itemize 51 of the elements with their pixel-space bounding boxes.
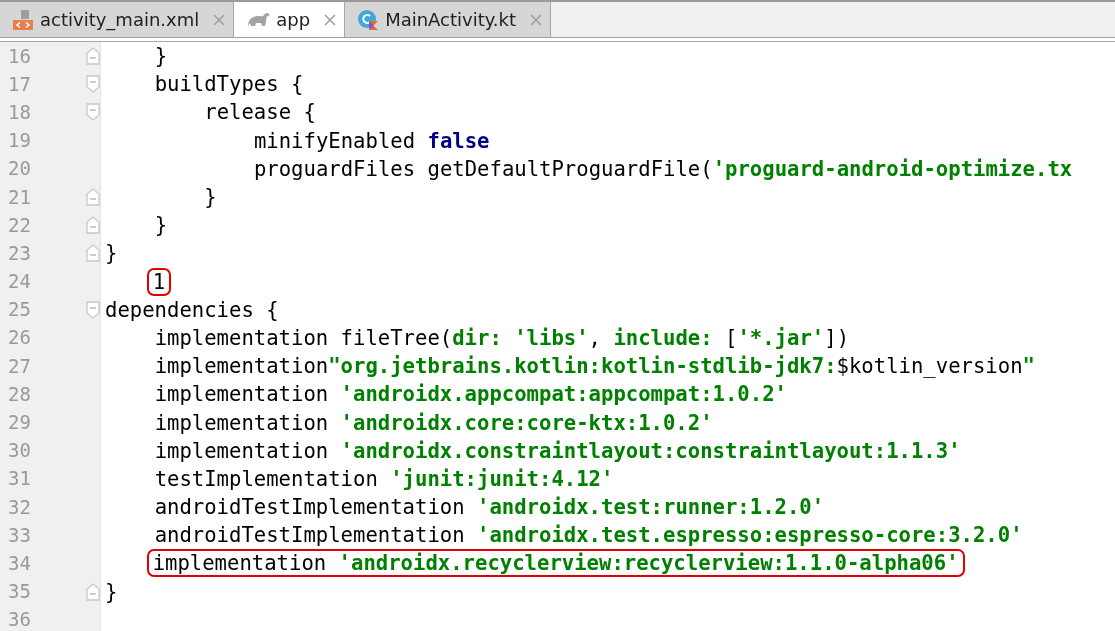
line-number: 35 <box>7 582 32 602</box>
code-line: } <box>153 212 169 240</box>
code-line: implementation 'androidx.appcompat:appcompat:1.0.2' <box>153 381 788 409</box>
line-number: 25 <box>7 300 32 320</box>
editor-tab[interactable]: MainActivity.kt <box>345 2 552 37</box>
code-line: testImplementation 'junit:junit:4.12' <box>153 465 615 493</box>
line-number: 22 <box>7 215 32 235</box>
code-line: implementation"org.jetbrains.kotlin:kotlin-stdlib-jdk7:$kotlin_version" <box>153 353 1036 381</box>
line-number: 27 <box>7 356 32 376</box>
line-number: 20 <box>7 159 32 179</box>
line-number: 33 <box>7 525 32 545</box>
code-line: proguardFiles getDefaultProguardFile('proguard-android-optimize.tx <box>252 155 1074 183</box>
code-line: } <box>203 184 218 212</box>
line-number: 29 <box>7 413 32 433</box>
line-number: 16 <box>7 46 32 66</box>
close-icon[interactable] <box>530 13 543 26</box>
line-number: 30 <box>7 441 32 461</box>
code-line: implementation 'androidx.core:core-ktx:1.0.2' <box>153 409 714 437</box>
line-number: 17 <box>7 74 32 94</box>
line-number: 26 <box>7 328 32 348</box>
line-number: 31 <box>7 469 32 489</box>
kotlin-class-icon <box>357 8 380 31</box>
layout-file-icon <box>12 8 34 31</box>
editor-tab[interactable]: activity_main.xml <box>0 2 235 37</box>
fold-marker-icon[interactable] <box>86 300 100 319</box>
line-number: 23 <box>7 243 32 263</box>
code-line: dependencies { <box>104 296 280 324</box>
code-line: } <box>153 43 169 71</box>
line-number: 21 <box>7 187 32 207</box>
line-number: 28 <box>7 384 32 404</box>
fold-marker-icon[interactable] <box>86 103 100 122</box>
code-line: implementation fileTree(dir: 'libs', include: ['*.jar']) <box>153 324 851 352</box>
code-line: buildTypes { <box>153 71 305 99</box>
line-number: 19 <box>7 131 32 151</box>
code-line: implementation 'androidx.constraintlayout:constraintlayout:1.1.3' <box>153 437 962 465</box>
code-line: release { <box>203 99 317 127</box>
fold-marker-icon[interactable] <box>86 75 100 94</box>
editor-tab[interactable]: app <box>234 2 346 37</box>
line-number: 24 <box>7 272 32 292</box>
line-number: 32 <box>7 497 32 517</box>
line-number: 36 <box>7 610 32 630</box>
code-line: } <box>104 240 119 268</box>
code-line: androidTestImplementation 'androidx.test:runner:1.2.0' <box>153 494 826 522</box>
code-line: 1 <box>146 267 172 296</box>
code-line: minifyEnabled false <box>252 127 491 155</box>
close-icon[interactable] <box>213 13 226 26</box>
line-number: 34 <box>7 553 32 573</box>
code-line: } <box>104 578 119 606</box>
close-icon[interactable] <box>324 13 337 26</box>
line-number: 18 <box>7 102 32 122</box>
code-line: androidTestImplementation 'androidx.test.espresso:espresso-core:3.2.0' <box>153 522 1024 550</box>
